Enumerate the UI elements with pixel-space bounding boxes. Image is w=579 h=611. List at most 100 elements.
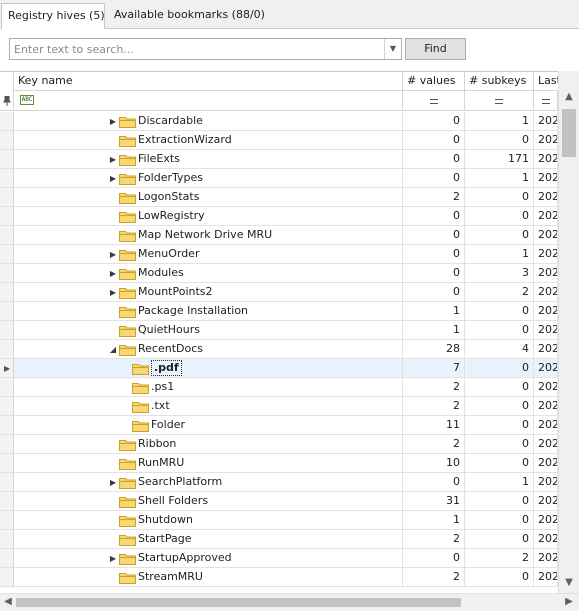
subkeys-count-cell[interactable]: 1 (465, 112, 534, 131)
last-write-cell[interactable]: 202 (534, 549, 558, 568)
expand-arrow-icon[interactable]: ▶ (108, 549, 118, 567)
expand-arrow-icon[interactable]: ▶ (108, 245, 118, 263)
subkeys-count-cell[interactable]: 0 (465, 530, 534, 549)
expand-arrow-icon[interactable]: ▶ (108, 169, 118, 187)
subkeys-count-cell[interactable]: 0 (465, 131, 534, 150)
values-count-cell[interactable]: 2 (403, 568, 465, 587)
values-count-cell[interactable]: 2 (403, 378, 465, 397)
values-count-cell[interactable]: 0 (403, 226, 465, 245)
key-name-cell[interactable]: Map Network Drive MRU (14, 226, 403, 245)
column-header-last-write[interactable]: Last wr (534, 72, 558, 91)
key-name-cell[interactable]: RunMRU (14, 454, 403, 473)
last-write-cell[interactable]: 202 (534, 397, 558, 416)
table-row[interactable]: StreamMRU 2 0 202 (0, 568, 558, 587)
table-row[interactable]: .ps1 2 0 202 (0, 378, 558, 397)
vertical-scrollbar[interactable]: ▲ ▼ (558, 71, 579, 593)
last-write-cell[interactable]: 202 (534, 150, 558, 169)
subkeys-count-cell[interactable]: 2 (465, 549, 534, 568)
values-count-cell[interactable]: 0 (403, 473, 465, 492)
subkeys-count-cell[interactable]: 2 (465, 283, 534, 302)
values-count-cell[interactable]: 0 (403, 283, 465, 302)
row-indicator[interactable]: ▶ (0, 359, 14, 378)
key-name-cell[interactable]: StartPage (14, 530, 403, 549)
subkeys-count-cell[interactable]: 0 (465, 492, 534, 511)
key-name-cell[interactable]: ◢ RecentDocs (14, 340, 403, 359)
values-count-cell[interactable]: 28 (403, 340, 465, 359)
table-row[interactable]: Shell Folders 31 0 202 (0, 492, 558, 511)
subkeys-count-cell[interactable]: 0 (465, 378, 534, 397)
table-row[interactable]: ▶ Discardable 0 1 202 (0, 112, 558, 131)
values-count-cell[interactable]: 0 (403, 245, 465, 264)
tab-available-bookmarks[interactable]: Available bookmarks (88/0) (108, 3, 271, 29)
key-name-cell[interactable]: LogonStats (14, 188, 403, 207)
row-indicator[interactable] (0, 511, 14, 530)
key-name-cell[interactable]: .txt (14, 397, 403, 416)
values-count-cell[interactable]: 2 (403, 188, 465, 207)
scroll-down-icon[interactable]: ▼ (559, 577, 579, 588)
horizontal-scrollbar[interactable]: ◀ ▶ (0, 593, 579, 611)
values-count-cell[interactable]: 0 (403, 549, 465, 568)
last-write-cell[interactable]: 202 (534, 530, 558, 549)
column-header-key-name[interactable]: Key name (14, 72, 403, 91)
values-count-cell[interactable]: 0 (403, 264, 465, 283)
scroll-left-icon[interactable]: ◀ (3, 596, 13, 607)
last-write-cell[interactable]: 202 (534, 188, 558, 207)
row-indicator[interactable] (0, 264, 14, 283)
row-indicator[interactable] (0, 131, 14, 150)
key-name-cell[interactable]: .pdf (14, 359, 403, 378)
row-indicator[interactable] (0, 378, 14, 397)
table-row[interactable]: LogonStats 2 0 202 (0, 188, 558, 207)
key-name-cell[interactable]: Shell Folders (14, 492, 403, 511)
expand-arrow-icon[interactable]: ▶ (108, 283, 118, 301)
subkeys-count-cell[interactable]: 0 (465, 397, 534, 416)
last-write-cell[interactable]: 202 (534, 435, 558, 454)
key-name-cell[interactable]: .ps1 (14, 378, 403, 397)
values-count-cell[interactable]: 2 (403, 530, 465, 549)
values-count-cell[interactable]: 7 (403, 359, 465, 378)
subkeys-count-cell[interactable]: 0 (465, 359, 534, 378)
last-write-cell[interactable]: 202 (534, 302, 558, 321)
values-count-cell[interactable]: 31 (403, 492, 465, 511)
key-name-cell[interactable]: Ribbon (14, 435, 403, 454)
table-row[interactable]: Folder 11 0 202 (0, 416, 558, 435)
values-count-cell[interactable]: 0 (403, 207, 465, 226)
row-indicator[interactable] (0, 188, 14, 207)
row-indicator[interactable] (0, 245, 14, 264)
last-write-cell[interactable]: 202 (534, 321, 558, 340)
values-count-cell[interactable]: 1 (403, 302, 465, 321)
key-name-cell[interactable]: ▶ FolderTypes (14, 169, 403, 188)
key-name-cell[interactable]: ▶ Modules (14, 264, 403, 283)
row-indicator[interactable] (0, 549, 14, 568)
key-name-cell[interactable]: ▶ SearchPlatform (14, 473, 403, 492)
key-name-cell[interactable]: ▶ StartupApproved (14, 549, 403, 568)
table-row[interactable]: ▶ FolderTypes 0 1 202 (0, 169, 558, 188)
table-row[interactable]: ▶ MenuOrder 0 1 202 (0, 245, 558, 264)
expand-arrow-icon[interactable]: ▶ (108, 150, 118, 168)
key-name-filter-cell[interactable]: ABC (14, 91, 403, 110)
horizontal-scroll-thumb[interactable] (16, 598, 461, 607)
table-row[interactable]: ▶ StartupApproved 0 2 202 (0, 549, 558, 568)
row-indicator[interactable] (0, 435, 14, 454)
table-row[interactable]: Ribbon 2 0 202 (0, 435, 558, 454)
search-dropdown-button[interactable]: ▼ (384, 39, 401, 59)
find-button[interactable]: Find (405, 38, 466, 60)
row-indicator[interactable] (0, 454, 14, 473)
last-write-cell[interactable]: 202 (534, 226, 558, 245)
row-indicator[interactable] (0, 568, 14, 587)
subkeys-count-cell[interactable]: 171 (465, 150, 534, 169)
key-name-cell[interactable]: ▶ FileExts (14, 150, 403, 169)
row-indicator[interactable] (0, 302, 14, 321)
table-row[interactable]: ▶ Modules 0 3 202 (0, 264, 558, 283)
subkeys-count-cell[interactable]: 0 (465, 302, 534, 321)
subkeys-filter-cell[interactable] (465, 91, 534, 110)
values-count-cell[interactable]: 2 (403, 435, 465, 454)
table-row[interactable]: ◢ RecentDocs 28 4 202 (0, 340, 558, 359)
table-row[interactable]: LowRegistry 0 0 202 (0, 207, 558, 226)
row-indicator[interactable] (0, 340, 14, 359)
last-write-cell[interactable]: 202 (534, 416, 558, 435)
row-indicator[interactable] (0, 473, 14, 492)
scroll-up-icon[interactable]: ▲ (559, 91, 579, 102)
last-write-cell[interactable]: 202 (534, 378, 558, 397)
key-name-cell[interactable]: LowRegistry (14, 207, 403, 226)
column-header-subkeys[interactable]: # subkeys (465, 72, 534, 91)
